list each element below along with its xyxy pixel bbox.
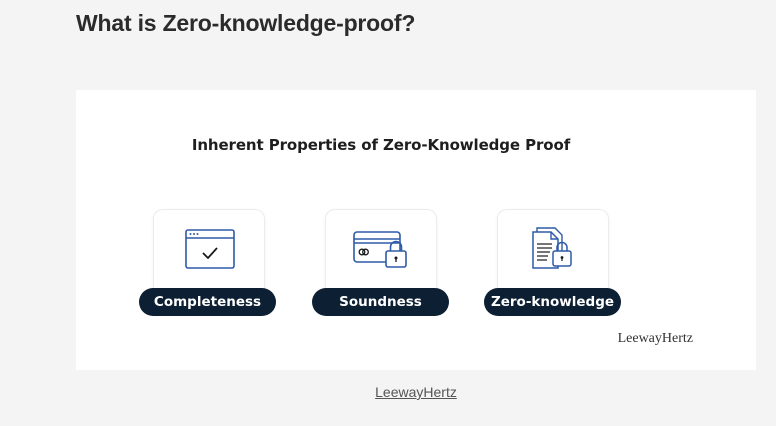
- card-lock-icon: [353, 231, 407, 268]
- brand-logo-text: LeewayHertz: [617, 331, 693, 346]
- document-lock-icon: [532, 227, 572, 269]
- completeness-label: Completeness: [139, 288, 276, 316]
- zkp-properties-figure: Inherent Properties of Zero-Knowledge Pr…: [76, 90, 756, 370]
- zero-knowledge-label: Zero-knowledge: [484, 288, 621, 316]
- page-heading: What is Zero-knowledge-proof?: [76, 10, 416, 36]
- figure-title: Inherent Properties of Zero-Knowledge Pr…: [191, 136, 571, 154]
- soundness-label: Soundness: [312, 288, 449, 316]
- browser-checkmark-icon: [185, 229, 235, 269]
- image-credit-link[interactable]: LeewayHertz: [76, 384, 756, 400]
